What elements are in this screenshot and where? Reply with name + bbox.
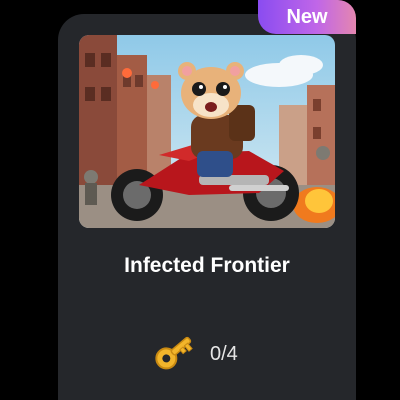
game-title: Infected Frontier	[124, 254, 290, 277]
hamster-rider-artwork	[79, 35, 335, 228]
key-icon	[152, 332, 196, 377]
key-count: 0/4	[210, 343, 238, 365]
game-thumbnail[interactable]	[79, 35, 335, 228]
key-progress: 0/4	[152, 332, 238, 377]
new-badge-label: New	[286, 5, 328, 28]
new-badge: New	[258, 0, 356, 34]
